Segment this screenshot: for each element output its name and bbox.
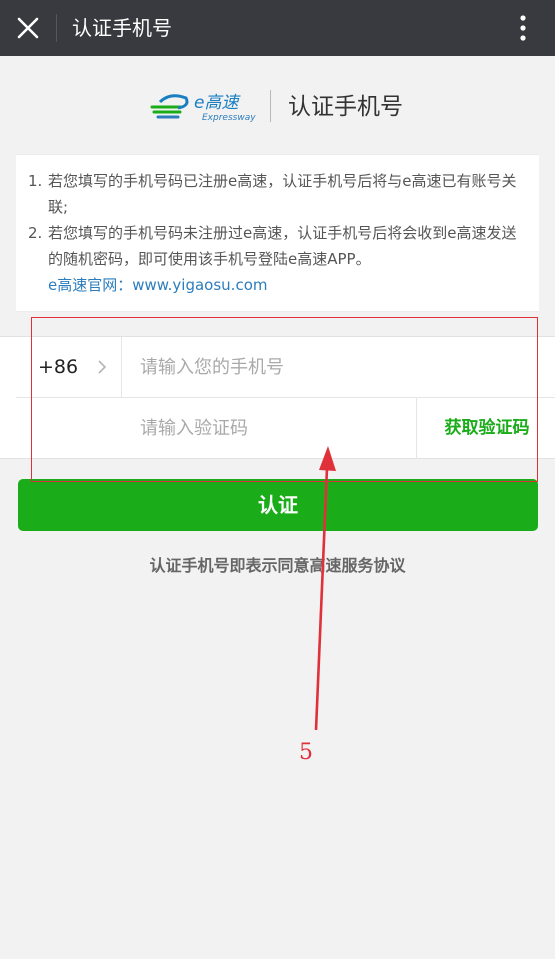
code-row: 获取验证码	[0, 398, 555, 458]
official-website-link[interactable]: e高速官网：www.yigaosu.com	[28, 272, 525, 298]
notice-panel: 1. 若您填写的手机号码已注册e高速，认证手机号后将与e高速已有账号关联; 2.…	[16, 154, 539, 312]
notice-item: 1. 若您填写的手机号码已注册e高速，认证手机号后将与e高速已有账号关联;	[28, 168, 525, 220]
phone-row: +86	[0, 337, 555, 397]
close-icon	[17, 17, 39, 39]
svg-text:e高速: e高速	[194, 93, 241, 113]
notice-item-number: 2.	[28, 224, 43, 242]
close-button[interactable]	[8, 8, 48, 48]
notice-item-text: 若您填写的手机号码未注册过e高速，认证手机号后将会收到e高速发送的随机密码，即可…	[48, 224, 517, 268]
brand-divider	[270, 90, 271, 122]
notice-item-text: 若您填写的手机号码已注册e高速，认证手机号后将与e高速已有账号关联;	[48, 172, 517, 216]
service-agreement-text[interactable]: 认证手机号即表示同意高速服务协议	[0, 552, 555, 576]
notice-item-number: 1.	[28, 172, 43, 190]
phone-row-divider	[121, 337, 122, 397]
e-gaosu-logo: e高速 Expressway	[150, 93, 256, 123]
country-code-selector[interactable]: +86	[38, 337, 78, 397]
brand-header: e高速 Expressway 认证手机号	[0, 84, 555, 130]
verification-form: +86 获取验证码	[0, 336, 555, 459]
verify-button[interactable]: 认证	[18, 479, 538, 531]
notice-item: 2. 若您填写的手机号码未注册过e高速，认证手机号后将会收到e高速发送的随机密码…	[28, 220, 525, 272]
verification-code-input[interactable]	[140, 398, 400, 458]
top-bar: 认证手机号	[0, 0, 555, 56]
top-bar-divider	[56, 14, 57, 42]
brand-title: 认证手机号	[288, 94, 403, 120]
more-vertical-icon	[520, 15, 526, 41]
annotation-step-number: 5	[299, 740, 313, 765]
page-title: 认证手机号	[72, 16, 172, 40]
more-button[interactable]	[503, 8, 543, 48]
svg-text:Expressway: Expressway	[202, 113, 256, 123]
chevron-right-icon[interactable]	[94, 359, 110, 375]
get-code-button[interactable]: 获取验证码	[417, 398, 555, 458]
phone-input[interactable]	[140, 337, 540, 397]
